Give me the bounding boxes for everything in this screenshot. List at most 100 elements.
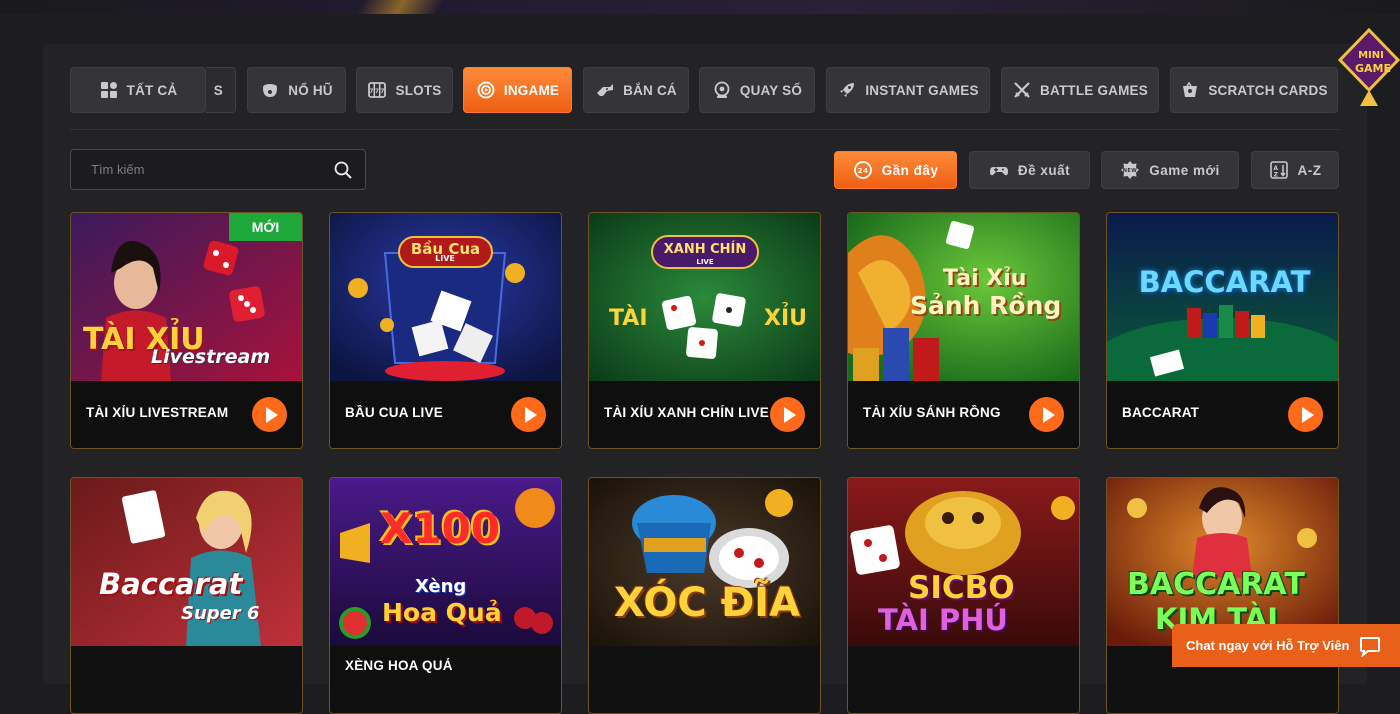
search-box xyxy=(70,149,366,190)
card-footer: BACCARAT xyxy=(1107,381,1338,448)
tab-label: BATTLE GAMES xyxy=(1040,82,1148,98)
play-icon[interactable] xyxy=(770,397,805,432)
thumbnail-art-left: TÀI xyxy=(609,306,648,331)
tab-no-hu[interactable]: NỔ HŨ xyxy=(247,67,346,113)
play-icon[interactable] xyxy=(1288,397,1323,432)
game-card-sicbo-tai-phu[interactable]: SICBO TÀI PHÚ xyxy=(847,477,1080,714)
new-badge: MỚI xyxy=(229,213,302,241)
game-thumbnail: Baccarat Super 6 xyxy=(71,478,302,646)
thumbnail-art-subtitle: Xèng xyxy=(415,576,467,597)
scratch-card-icon xyxy=(1183,81,1198,97)
svg-text:Z: Z xyxy=(1273,172,1278,179)
tab-label: S xyxy=(213,82,223,98)
tab-partial-clipped[interactable]: S xyxy=(206,67,236,113)
svg-text:24: 24 xyxy=(857,167,868,175)
lottery-icon xyxy=(714,81,730,98)
sort-az-icon: AZ xyxy=(1269,161,1288,179)
tab-label: NỔ HŨ xyxy=(288,82,333,98)
card-footer: BẦU CUA LIVE xyxy=(330,381,561,448)
game-thumbnail: XÓC ĐĨA xyxy=(589,478,820,646)
game-card-tai-xiu-livestream[interactable]: TÀI XỈU Livestream MỚI TÀI XỈU LIVESTREA… xyxy=(70,212,303,449)
sort-suggest-button[interactable]: Đề xuất xyxy=(969,151,1090,189)
grid-icon xyxy=(100,82,117,98)
sort-label: Gần đây xyxy=(881,162,939,178)
tab-ingame[interactable]: INGAME xyxy=(463,67,572,113)
tab-label: INGAME xyxy=(503,82,560,98)
gamepad-icon xyxy=(989,167,1008,176)
target-icon xyxy=(477,81,495,99)
game-thumbnail: Bầu Cua LIVE xyxy=(330,213,561,381)
game-card-baccarat-super-6[interactable]: Baccarat Super 6 xyxy=(70,477,303,714)
play-icon[interactable] xyxy=(1029,397,1064,432)
tab-label: SCRATCH CARDS xyxy=(1208,82,1328,98)
mini-game-button[interactable]: MINI GAME xyxy=(1337,27,1400,108)
game-card-tai-xiu-sanh-rong[interactable]: Tài Xỉu Sảnh Rồng TÀI XỈU SẢNH RỒNG xyxy=(847,212,1080,449)
tab-label: SLOTS xyxy=(395,82,442,98)
game-card-xeng-hoa-qua[interactable]: X100 Xèng Hoa Quả XÈNG HOA QUẢ xyxy=(329,477,562,714)
tab-slots[interactable]: 777 SLOTS xyxy=(356,67,453,113)
slot-machine-icon: 777 xyxy=(368,82,387,98)
thumbnail-art-subtitle: Livestream xyxy=(151,346,271,368)
pot-icon xyxy=(263,84,278,97)
search-icon[interactable] xyxy=(333,160,353,180)
play-icon[interactable] xyxy=(511,397,546,432)
game-card-tai-xiu-xanh-chin[interactable]: XANH CHÍN LIVE TÀI XỈU TÀI XỈU XANH CHÍN… xyxy=(588,212,821,449)
game-card-baccarat[interactable]: BACCARAT BACCARAT xyxy=(1106,212,1339,449)
play-icon[interactable] xyxy=(252,397,287,432)
thumbnail-art-subtitle2: Hoa Quả xyxy=(382,598,502,627)
thumbnail-art-title: Baccarat xyxy=(99,567,243,601)
game-card-xoc-dia[interactable]: XÓC ĐĨA xyxy=(588,477,821,714)
mini-game-icon: MINI GAME xyxy=(1337,27,1400,106)
tab-quay-so[interactable]: QUAY SỐ xyxy=(699,67,815,113)
tab-ban-ca[interactable]: BẮN CÁ xyxy=(583,67,689,113)
game-thumbnail: TÀI XỈU Livestream MỚI xyxy=(71,213,302,381)
tab-all[interactable]: TẤT CẢ xyxy=(70,67,206,113)
tab-instant-games[interactable]: INSTANT GAMES xyxy=(826,67,990,113)
svg-text:7: 7 xyxy=(381,88,385,95)
thumbnail-art-title: Bầu Cua xyxy=(398,236,493,268)
sort-new-games-button[interactable]: NEW Game mới xyxy=(1101,151,1239,189)
card-footer: TÀI XỈU XANH CHÍN LIVE xyxy=(589,381,820,448)
thumbnail-art-title: SICBO xyxy=(908,570,1015,606)
game-thumbnail: BACCARAT KIM TÀI xyxy=(1107,478,1338,646)
chat-label: Chat ngay với Hỗ Trợ Viên xyxy=(1186,638,1350,653)
chat-support-button[interactable]: Chat ngay với Hỗ Trợ Viên xyxy=(1172,624,1400,667)
search-input[interactable] xyxy=(71,150,321,189)
mini-game-label-1: MINI xyxy=(1358,50,1384,61)
svg-text:NEW: NEW xyxy=(1123,168,1138,174)
sort-az-button[interactable]: AZ A-Z xyxy=(1251,151,1339,189)
sort-label: Đề xuất xyxy=(1017,162,1071,178)
svg-text:7: 7 xyxy=(370,88,374,95)
game-title: TÀI XỈU XANH CHÍN LIVE xyxy=(604,405,769,420)
game-title: BACCARAT xyxy=(1122,405,1200,420)
game-title: TÀI XỈU SẢNH RỒNG xyxy=(863,405,1001,420)
game-thumbnail: Tài Xỉu Sảnh Rồng xyxy=(848,213,1079,381)
mini-game-label-2: GAME xyxy=(1355,62,1391,75)
game-thumbnail: BACCARAT xyxy=(1107,213,1338,381)
thumbnail-art-title: XÓC ĐĨA xyxy=(614,580,801,626)
thumbnail-art-title: BACCARAT xyxy=(1127,567,1305,602)
thumbnail-art-title: Tài Xỉu xyxy=(943,266,1027,291)
tab-scratch-cards[interactable]: SCRATCH CARDS xyxy=(1170,67,1338,113)
game-thumbnail: X100 Xèng Hoa Quả xyxy=(330,478,561,646)
game-card-bau-cua-live[interactable]: Bầu Cua LIVE BẦU CUA LIVE xyxy=(329,212,562,449)
game-title: TÀI XỈU LIVESTREAM xyxy=(86,405,229,420)
fish-gun-icon xyxy=(597,84,614,96)
tab-label: INSTANT GAMES xyxy=(865,82,979,98)
tab-label: QUAY SỐ xyxy=(739,82,803,98)
tab-label: TẤT CẢ xyxy=(126,82,178,98)
sort-label: A-Z xyxy=(1297,162,1322,178)
svg-text:7: 7 xyxy=(375,88,379,95)
thumbnail-art-subtitle: LIVE xyxy=(435,254,455,263)
clock-24-icon: 24 xyxy=(853,161,872,179)
game-title: XÈNG HOA QUẢ xyxy=(345,658,453,673)
tab-battle-games[interactable]: BATTLE GAMES xyxy=(1001,67,1159,113)
card-footer: XÈNG HOA QUẢ xyxy=(330,646,561,713)
card-footer: TÀI XỈU LIVESTREAM xyxy=(71,381,302,448)
sort-recent-button[interactable]: 24 Gần đây xyxy=(834,151,957,189)
game-card-baccarat-kim-tai[interactable]: BACCARAT KIM TÀI xyxy=(1106,477,1339,714)
thumbnail-art-subtitle: Super 6 xyxy=(181,603,260,624)
thumbnail-art-title: X100 xyxy=(380,504,501,553)
card-footer: TÀI XỈU SẢNH RỒNG xyxy=(848,381,1079,448)
thumbnail-art-subtitle: LIVE xyxy=(696,258,714,266)
